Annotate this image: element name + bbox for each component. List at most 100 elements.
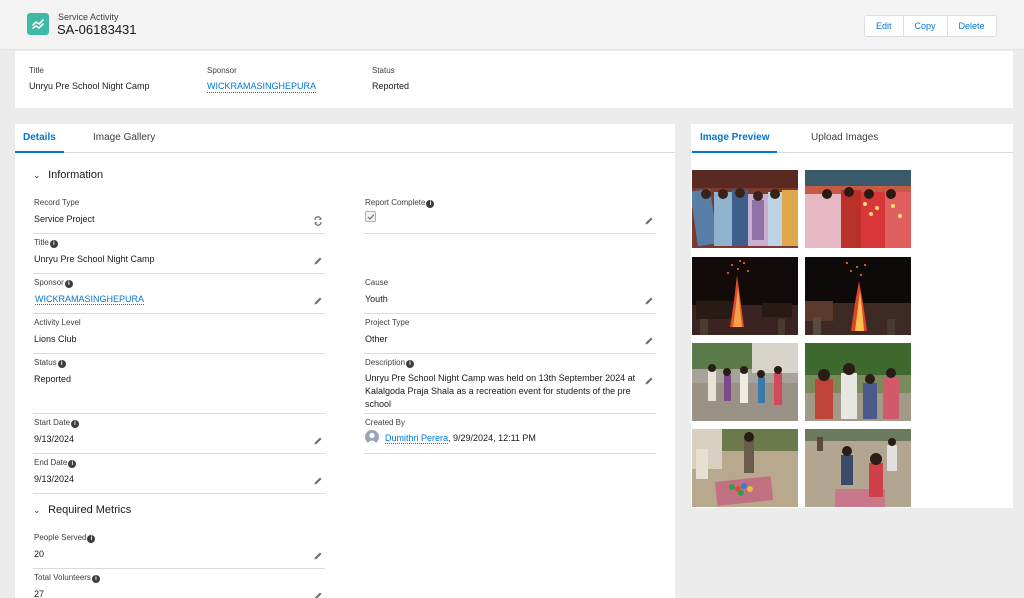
tab-details[interactable]: Details: [15, 124, 64, 153]
edit-end-date-pencil-icon[interactable]: [313, 476, 323, 486]
object-type-label: Service Activity: [58, 12, 119, 22]
field-description: Description i Unryu Pre School Night Camp…: [364, 358, 656, 414]
highlight-title: Title Unryu Pre School Night Camp: [29, 66, 150, 91]
field-activity-level: Activity Level Lions Club: [33, 318, 325, 354]
children-sleeping-photo-1[interactable]: [692, 170, 798, 248]
title-value: Unryu Pre School Night Camp: [34, 254, 155, 264]
sponsor-link[interactable]: WICKRAMASINGHEPURA: [35, 294, 145, 305]
highlight-title-label: Title: [29, 66, 44, 75]
edit-project-type-pencil-icon[interactable]: [644, 336, 654, 346]
tab-image-preview[interactable]: Image Preview: [692, 124, 778, 153]
highlight-sponsor: Sponsor WICKRAMASINGHEPURA: [207, 66, 317, 93]
field-report-complete: Report Complete i: [364, 198, 656, 234]
details-panel: Details Image Gallery ⌄ Information Reco…: [15, 124, 675, 598]
campfire-photo-2[interactable]: [805, 257, 911, 335]
field-cause: Cause Youth: [364, 278, 656, 314]
info-icon[interactable]: i: [71, 420, 80, 428]
edit-start-date-pencil-icon[interactable]: [313, 436, 323, 446]
info-icon[interactable]: i: [49, 240, 58, 248]
people-served-value: 20: [34, 549, 45, 559]
outdoor-games-photo-2[interactable]: [805, 343, 911, 421]
created-by-user-link[interactable]: Dumithri Perera: [385, 433, 449, 444]
activity-level-label: Activity Level: [34, 318, 81, 327]
edit-title-pencil-icon[interactable]: [313, 256, 323, 266]
info-icon[interactable]: i: [87, 535, 96, 543]
report-complete-checkbox: [365, 211, 376, 222]
chevron-down-icon: ⌄: [33, 170, 41, 180]
created-by-date: , 9/29/2024, 12:11 PM: [448, 433, 536, 443]
highlight-title-value: Unryu Pre School Night Camp: [29, 81, 150, 91]
record-action-buttons: Edit Copy Delete: [864, 15, 997, 37]
cause-value: Youth: [365, 294, 388, 304]
created-by-value: Dumithri Perera, 9/29/2024, 12:11 PM: [385, 432, 647, 445]
campfire-photo-1[interactable]: [692, 257, 798, 335]
end-date-value: 9/13/2024: [34, 474, 75, 484]
cause-label: Cause: [365, 278, 389, 287]
checkmark-icon: [367, 214, 375, 220]
info-icon[interactable]: i: [91, 575, 100, 583]
people-served-label: People Served i: [34, 533, 96, 543]
highlight-status-label: Status: [372, 66, 395, 75]
info-icon[interactable]: i: [426, 200, 435, 208]
required-metrics-section-title: Required Metrics: [48, 504, 132, 516]
field-created-by: Created By Dumithri Perera, 9/29/2024, 1…: [364, 418, 656, 454]
service-activity-icon: [27, 13, 49, 35]
copy-button[interactable]: Copy: [904, 16, 948, 36]
image-panel: Image Preview Upload Images: [691, 124, 1013, 508]
change-record-type-icon[interactable]: [313, 216, 323, 226]
highlight-status: Status Reported: [372, 66, 409, 91]
start-date-label: Start Date i: [34, 418, 80, 428]
activity-level-value: Lions Club: [34, 334, 77, 344]
outdoor-activity-photo-2[interactable]: [805, 429, 911, 507]
title-label: Title i: [34, 238, 58, 248]
field-people-served: People Served i 20: [33, 533, 325, 569]
outdoor-games-photo-1[interactable]: [692, 343, 798, 421]
outdoor-activity-photo-1[interactable]: [692, 429, 798, 507]
delete-button[interactable]: Delete: [948, 16, 996, 36]
sponsor-label: Sponsor i: [34, 278, 73, 288]
edit-sponsor-pencil-icon[interactable]: [313, 296, 323, 306]
record-type-value: Service Project: [34, 214, 95, 224]
status-value: Reported: [34, 374, 72, 384]
edit-total-volunteers-pencil-icon[interactable]: [313, 591, 323, 598]
field-start-date: Start Date i 9/13/2024: [33, 418, 325, 454]
field-title: Title i Unryu Pre School Night Camp: [33, 238, 325, 274]
record-header: Service Activity SA-06183431 Edit Copy D…: [0, 0, 1024, 50]
project-type-value: Other: [365, 334, 388, 344]
report-complete-label: Report Complete i: [365, 198, 435, 208]
field-sponsor: Sponsor i WICKRAMASINGHEPURA: [33, 278, 325, 314]
field-record-type: Record Type Service Project: [33, 198, 325, 234]
edit-report-complete-pencil-icon[interactable]: [644, 216, 654, 226]
edit-people-served-pencil-icon[interactable]: [313, 551, 323, 561]
description-label: Description i: [365, 358, 415, 368]
info-icon[interactable]: i: [68, 460, 77, 468]
tab-image-gallery[interactable]: Image Gallery: [93, 124, 155, 153]
highlight-sponsor-link[interactable]: WICKRAMASINGHEPURA: [207, 81, 317, 93]
record-name: SA-06183431: [57, 22, 137, 37]
field-status: Status i Reported: [33, 358, 325, 414]
information-section-header[interactable]: ⌄ Information: [33, 169, 103, 181]
highlight-sponsor-label: Sponsor: [207, 66, 237, 75]
end-date-label: End Date i: [34, 458, 77, 468]
info-icon[interactable]: i: [406, 360, 415, 368]
record-type-label: Record Type: [34, 198, 80, 207]
edit-description-pencil-icon[interactable]: [644, 376, 654, 386]
required-metrics-section-header[interactable]: ⌄ Required Metrics: [33, 504, 131, 516]
field-project-type: Project Type Other: [364, 318, 656, 354]
chevron-down-icon: ⌄: [33, 505, 41, 515]
field-total-volunteers: Total Volunteers i 27: [33, 573, 325, 598]
tab-upload-images[interactable]: Upload Images: [811, 124, 878, 153]
edit-button[interactable]: Edit: [865, 16, 904, 36]
main-tabs: Details Image Gallery: [15, 124, 675, 153]
sponsor-value: WICKRAMASINGHEPURA: [35, 293, 297, 306]
image-tabs: Image Preview Upload Images: [691, 124, 1013, 153]
children-sleeping-photo-2[interactable]: [805, 170, 911, 248]
edit-cause-pencil-icon[interactable]: [644, 296, 654, 306]
description-value: Unryu Pre School Night Camp was held on …: [365, 373, 636, 409]
field-end-date: End Date i 9/13/2024: [33, 458, 325, 494]
info-icon[interactable]: i: [64, 280, 73, 288]
total-volunteers-value: 27: [34, 589, 45, 598]
info-icon[interactable]: i: [57, 360, 66, 368]
created-by-label: Created By: [365, 418, 406, 427]
start-date-value: 9/13/2024: [34, 434, 75, 444]
